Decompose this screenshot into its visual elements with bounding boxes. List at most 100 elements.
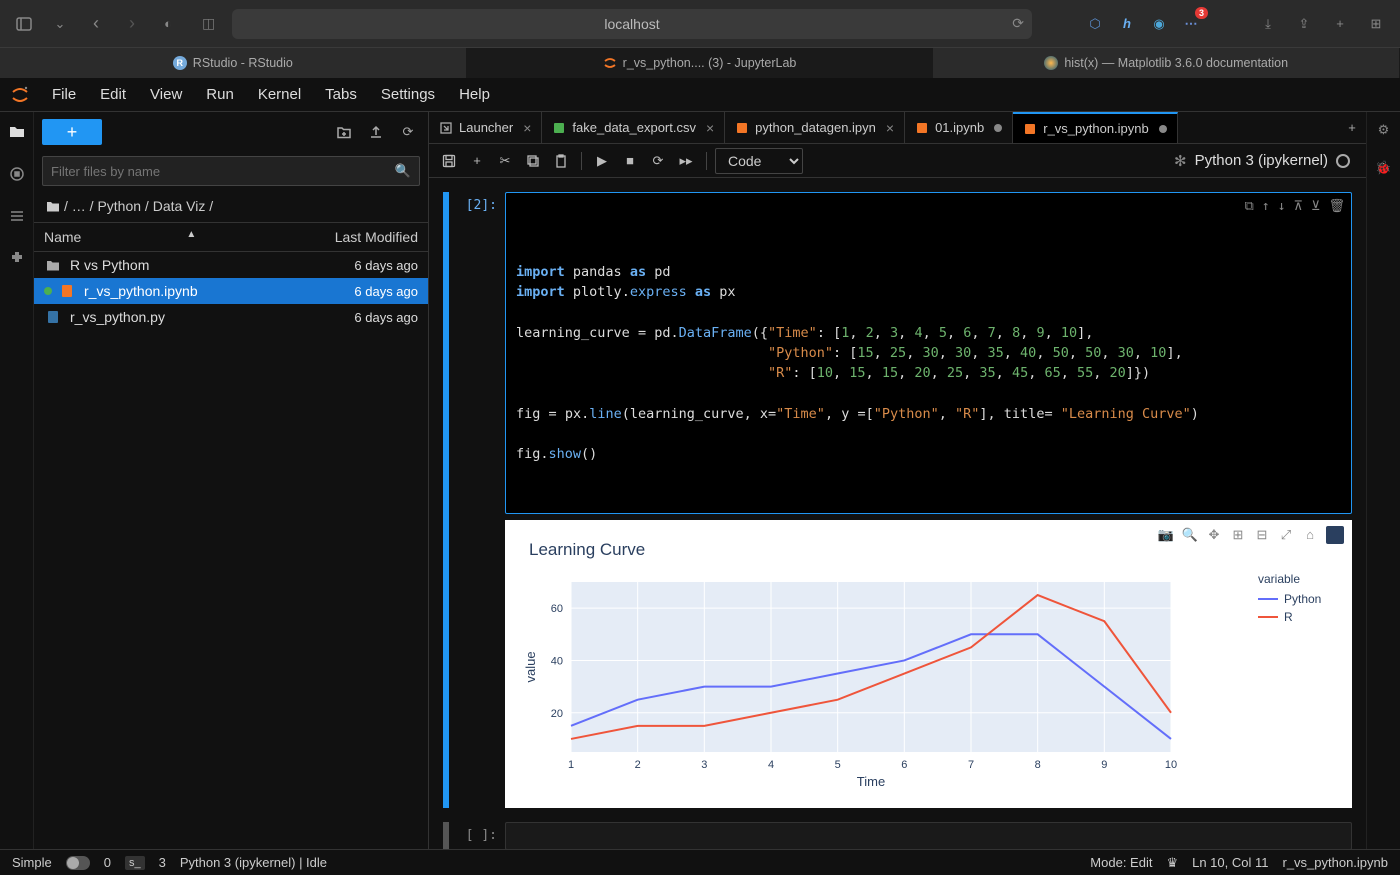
- sidebar-toggle-icon[interactable]: [12, 12, 36, 36]
- browser-ext-icon[interactable]: ◉: [1148, 13, 1170, 35]
- refresh-icon[interactable]: ⟳: [396, 120, 420, 144]
- file-row[interactable]: r_vs_python.py6 days ago: [34, 304, 428, 330]
- paste-icon[interactable]: [549, 149, 573, 173]
- terminal-badge[interactable]: s_: [125, 856, 145, 870]
- toc-icon[interactable]: [7, 206, 27, 226]
- add-cell-icon[interactable]: +: [465, 149, 489, 173]
- back-icon[interactable]: ‹: [84, 12, 108, 36]
- browser-tab-rstudio[interactable]: R RStudio - RStudio: [0, 48, 467, 78]
- menu-file[interactable]: File: [40, 86, 88, 103]
- insert-below-icon[interactable]: ⊻: [1311, 197, 1321, 217]
- property-inspector-icon[interactable]: ⚙: [1378, 122, 1390, 138]
- shield-icon[interactable]: ◫: [202, 15, 215, 32]
- status-count0[interactable]: 0: [104, 855, 111, 870]
- browser-tab-jupyter[interactable]: r_vs_python.... (3) - JupyterLab: [467, 48, 934, 78]
- notebook-tab[interactable]: fake_data_export.csv×: [542, 112, 725, 143]
- file-row[interactable]: r_vs_python.ipynb6 days ago: [34, 278, 428, 304]
- menu-settings[interactable]: Settings: [369, 86, 447, 103]
- jupyter-logo-icon[interactable]: [8, 83, 32, 107]
- debugger-icon[interactable]: 🐞: [1375, 160, 1391, 176]
- move-down-icon[interactable]: ↓: [1278, 197, 1286, 217]
- more-ext-icon[interactable]: ⋯: [1180, 13, 1202, 35]
- running-icon[interactable]: [7, 164, 27, 184]
- notebook-tab[interactable]: r_vs_python.ipynb: [1013, 112, 1178, 143]
- chevron-down-icon[interactable]: ⌄: [48, 12, 72, 36]
- empty-cell[interactable]: [ ]:: [443, 822, 1352, 849]
- new-folder-icon[interactable]: [332, 120, 356, 144]
- duplicate-icon[interactable]: ⧉: [1245, 197, 1254, 217]
- upload-icon[interactable]: [364, 120, 388, 144]
- all-tabs-icon[interactable]: ⊞: [1364, 12, 1388, 36]
- pan-icon[interactable]: ✥: [1206, 527, 1222, 543]
- honey-icon[interactable]: h: [1116, 13, 1138, 35]
- filter-input[interactable]: [51, 164, 411, 179]
- menu-kernel[interactable]: Kernel: [246, 86, 313, 103]
- legend-item[interactable]: Python: [1258, 592, 1336, 606]
- reset-icon[interactable]: ⌂: [1302, 527, 1318, 543]
- move-up-icon[interactable]: ↑: [1262, 197, 1270, 217]
- menu-run[interactable]: Run: [194, 86, 246, 103]
- add-tab-button[interactable]: +: [1338, 112, 1366, 143]
- save-icon[interactable]: [437, 149, 461, 173]
- stop-icon[interactable]: ■: [618, 149, 642, 173]
- close-icon[interactable]: ×: [706, 120, 714, 136]
- cell-selection-bar: [443, 192, 449, 808]
- simple-toggle[interactable]: [66, 856, 90, 870]
- mode-label[interactable]: Mode: Edit: [1090, 855, 1152, 870]
- new-tab-icon[interactable]: +: [1328, 12, 1352, 36]
- close-icon[interactable]: ×: [523, 120, 531, 136]
- url-bar[interactable]: ◫ localhost ⟳: [232, 9, 1032, 39]
- plot-canvas[interactable]: 12345678910204060Timevalue: [521, 572, 1246, 792]
- notebook-tab[interactable]: python_datagen.ipyn×: [725, 112, 905, 143]
- legend-item[interactable]: R: [1258, 610, 1336, 624]
- delete-cell-icon[interactable]: 🗑: [1328, 197, 1345, 217]
- plotly-logo-icon[interactable]: [1326, 526, 1344, 544]
- file-row[interactable]: R vs Pythom6 days ago: [34, 252, 428, 278]
- file-header[interactable]: Name ▲ Last Modified: [34, 222, 428, 252]
- zoom-out-icon[interactable]: ⊟: [1254, 527, 1270, 543]
- trust-icon[interactable]: ♛: [1166, 855, 1178, 871]
- kernel-indicator[interactable]: ✻ Python 3 (ipykernel): [1174, 152, 1358, 170]
- camera-icon[interactable]: 📷: [1158, 527, 1174, 543]
- autoscale-icon[interactable]: ⤢: [1278, 527, 1294, 543]
- close-icon[interactable]: ×: [886, 120, 894, 136]
- notebook-content[interactable]: [2]: ⧉ ↑ ↓ ⊼ ⊻ 🗑 import pandas as pdimpo…: [429, 178, 1366, 849]
- svg-text:6: 6: [901, 759, 907, 771]
- tab-type-icon: [915, 121, 929, 135]
- legend-line-icon: [1258, 598, 1278, 600]
- browser-tab-matplotlib[interactable]: hist(x) — Matplotlib 3.6.0 documentation: [933, 48, 1400, 78]
- current-file[interactable]: r_vs_python.ipynb: [1282, 855, 1388, 870]
- download-icon[interactable]: ⤓: [1256, 12, 1280, 36]
- menu-view[interactable]: View: [138, 86, 194, 103]
- status-count3[interactable]: 3: [159, 855, 166, 870]
- code-cell[interactable]: [2]: ⧉ ↑ ↓ ⊼ ⊻ 🗑 import pandas as pdimpo…: [443, 192, 1352, 808]
- moon-icon[interactable]: ◐: [156, 12, 180, 36]
- notebook-tab[interactable]: 01.ipynb: [905, 112, 1013, 143]
- reload-icon[interactable]: ⟳: [1012, 15, 1024, 32]
- cut-icon[interactable]: ✂: [493, 149, 517, 173]
- run-all-icon[interactable]: ▸▸: [674, 149, 698, 173]
- pocket-icon[interactable]: ⬡: [1084, 13, 1106, 35]
- restart-icon[interactable]: ⟳: [646, 149, 670, 173]
- menu-tabs[interactable]: Tabs: [313, 86, 369, 103]
- empty-code-editor[interactable]: [505, 822, 1352, 849]
- extensions-icon[interactable]: [7, 248, 27, 268]
- menu-help[interactable]: Help: [447, 86, 502, 103]
- code-editor[interactable]: ⧉ ↑ ↓ ⊼ ⊻ 🗑 import pandas as pdimport pl…: [505, 192, 1352, 514]
- run-icon[interactable]: ▶: [590, 149, 614, 173]
- zoom-icon[interactable]: 🔍: [1182, 527, 1198, 543]
- forward-icon[interactable]: ›: [120, 12, 144, 36]
- menu-edit[interactable]: Edit: [88, 86, 138, 103]
- copy-icon[interactable]: [521, 149, 545, 173]
- breadcrumb[interactable]: / … / Python / Data Viz /: [34, 190, 428, 222]
- zoom-in-icon[interactable]: ⊞: [1230, 527, 1246, 543]
- notebook-tab[interactable]: Launcher×: [429, 112, 542, 143]
- insert-above-icon[interactable]: ⊼: [1293, 197, 1303, 217]
- celltype-select[interactable]: Code: [715, 148, 803, 174]
- filter-box[interactable]: 🔍: [42, 156, 420, 186]
- folder-icon[interactable]: [7, 122, 27, 142]
- cursor-position[interactable]: Ln 10, Col 11: [1192, 855, 1268, 870]
- new-launcher-button[interactable]: +: [42, 119, 102, 145]
- share-icon[interactable]: ⇪: [1292, 12, 1316, 36]
- kernel-status[interactable]: Python 3 (ipykernel) | Idle: [180, 855, 327, 870]
